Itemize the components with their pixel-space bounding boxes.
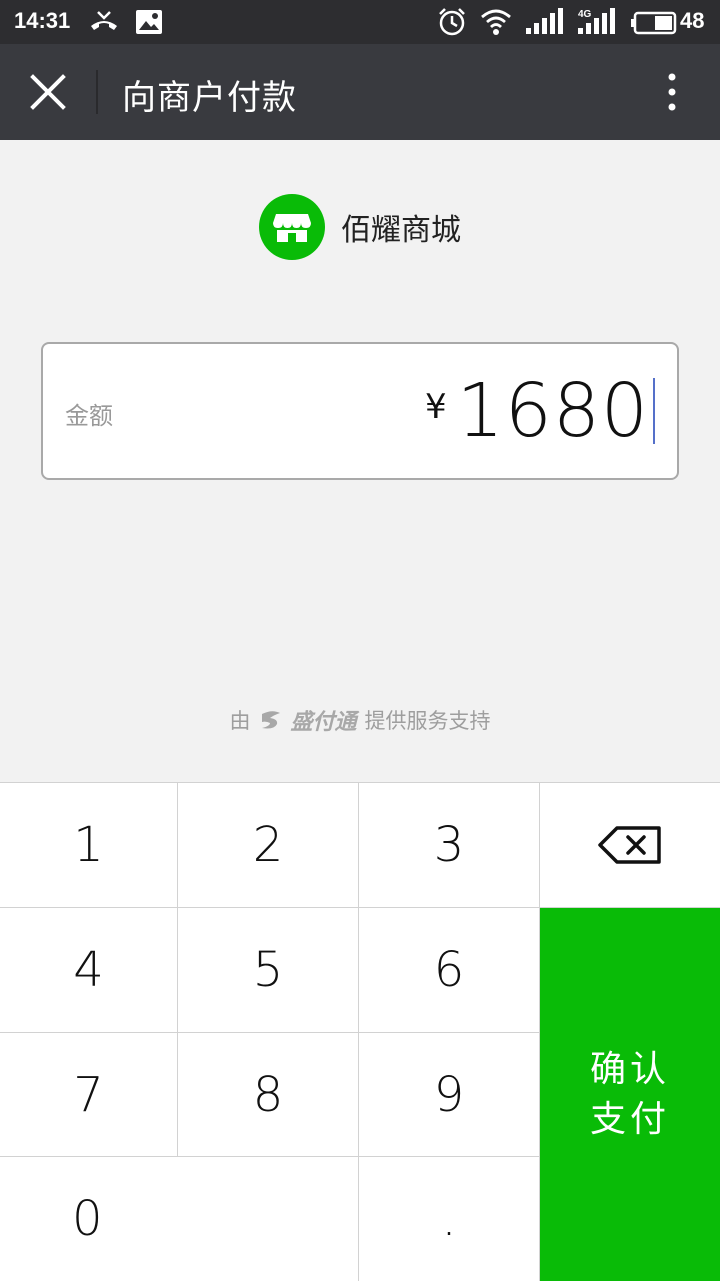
confirm-pay-button[interactable]: 确认支付 xyxy=(540,908,720,1281)
close-icon[interactable] xyxy=(28,72,68,112)
backspace-icon xyxy=(598,826,661,864)
status-time: 14:31 xyxy=(14,8,71,33)
battery-level: 48 xyxy=(680,8,705,33)
alarm-icon xyxy=(439,8,465,36)
image-notification-icon xyxy=(136,10,162,34)
key-0[interactable]: 0 xyxy=(0,1157,358,1281)
provider-prefix: 由 xyxy=(229,709,251,733)
provider-logo: 盛付通 xyxy=(258,704,357,736)
title-bar: 向商户付款 xyxy=(0,44,720,140)
provider-notice: 由 盛付通 提供服务支持 xyxy=(0,704,720,736)
keypad-divider xyxy=(358,783,359,1281)
wifi-icon xyxy=(481,9,511,35)
keypad-divider xyxy=(539,783,540,1281)
amount-value: 1680 xyxy=(456,368,649,454)
currency-symbol: ¥ xyxy=(425,387,447,427)
amount-input[interactable]: 金额 ¥ 1680 xyxy=(41,342,679,480)
key-1[interactable]: 1 xyxy=(0,783,177,907)
confirm-pay-label: 确认支付 xyxy=(589,1048,670,1140)
key-decimal[interactable]: . xyxy=(359,1157,539,1281)
missed-call-icon xyxy=(91,11,117,30)
amount-label: 金额 xyxy=(65,402,113,430)
key-4[interactable]: 4 xyxy=(0,908,177,1032)
svg-text:4G: 4G xyxy=(578,9,592,20)
key-3[interactable]: 3 xyxy=(359,783,539,907)
store-icon xyxy=(259,194,325,260)
keypad-divider xyxy=(177,783,178,1156)
provider-brand: 盛付通 xyxy=(290,710,357,735)
amount-value-group: ¥ 1680 xyxy=(425,366,655,456)
numeric-keypad: 1 2 3 4 5 6 7 8 9 0 . 确认支付 xyxy=(0,782,720,1281)
key-backspace[interactable] xyxy=(540,783,720,907)
keypad-divider xyxy=(0,1032,540,1033)
keypad-divider xyxy=(0,1156,540,1157)
more-options-icon[interactable] xyxy=(656,70,688,114)
key-2[interactable]: 2 xyxy=(178,783,358,907)
merchant-name: 佰耀商城 xyxy=(341,213,461,248)
provider-suffix: 提供服务支持 xyxy=(364,709,491,733)
key-9[interactable]: 9 xyxy=(359,1033,539,1156)
title-divider xyxy=(96,70,98,114)
signal-4g-icon: 4G xyxy=(578,8,615,34)
status-bar: 14:31 4G 48 xyxy=(0,0,720,44)
merchant-info: 佰耀商城 xyxy=(0,194,720,260)
key-5[interactable]: 5 xyxy=(178,908,358,1032)
key-6[interactable]: 6 xyxy=(359,908,539,1032)
text-cursor xyxy=(653,378,655,444)
keypad-divider xyxy=(0,907,720,908)
provider-logo-icon xyxy=(262,711,281,729)
signal-icon xyxy=(526,8,563,34)
battery-icon xyxy=(631,11,677,35)
key-7[interactable]: 7 xyxy=(0,1033,177,1156)
page-title: 向商户付款 xyxy=(122,78,297,118)
key-8[interactable]: 8 xyxy=(178,1033,358,1156)
